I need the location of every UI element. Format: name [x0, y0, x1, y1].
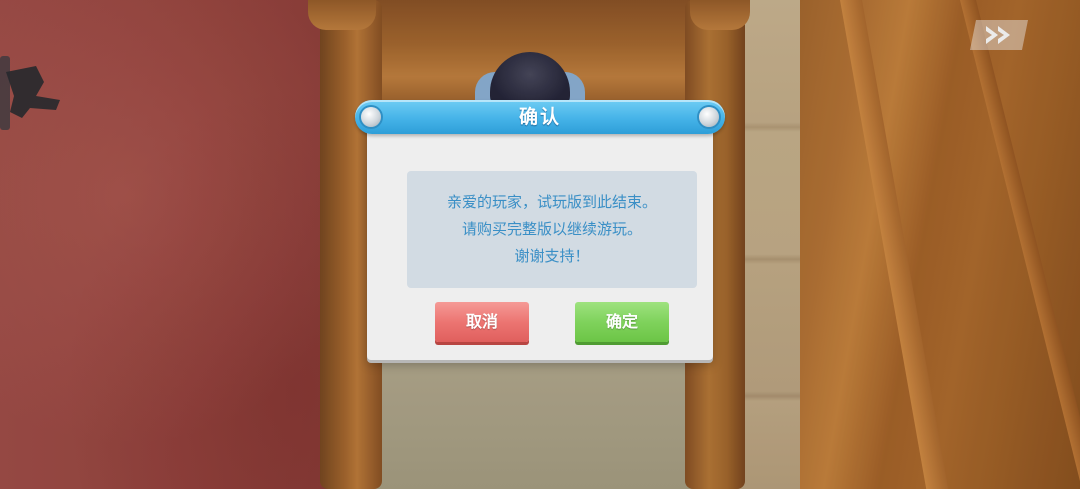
message-line: 亲爱的玩家，试玩版到此结束。	[446, 193, 657, 211]
confirm-dialog: 亲爱的玩家，试玩版到此结束。 请购买完整版以继续游玩。 谢谢支持！ 取消 确定 …	[355, 100, 725, 362]
message-line: 谢谢支持！	[514, 247, 590, 265]
game-scene: 亲爱的玩家，试玩版到此结束。 请购买完整版以继续游玩。 谢谢支持！ 取消 确定 …	[0, 0, 1080, 489]
dialog-body: 亲爱的玩家，试玩版到此结束。 请购买完整版以继续游玩。 谢谢支持！ 取消 确定	[367, 116, 713, 360]
message-line: 请购买完整版以继续游玩。	[461, 220, 642, 238]
dialog-header: 确认	[355, 100, 725, 134]
dialog-title: 确认	[518, 106, 561, 128]
message-box: 亲爱的玩家，试玩版到此结束。 请购买完整版以继续游玩。 谢谢支持！	[407, 171, 697, 288]
cancel-button[interactable]: 取消	[435, 302, 529, 342]
confirm-button[interactable]: 确定	[575, 302, 669, 342]
